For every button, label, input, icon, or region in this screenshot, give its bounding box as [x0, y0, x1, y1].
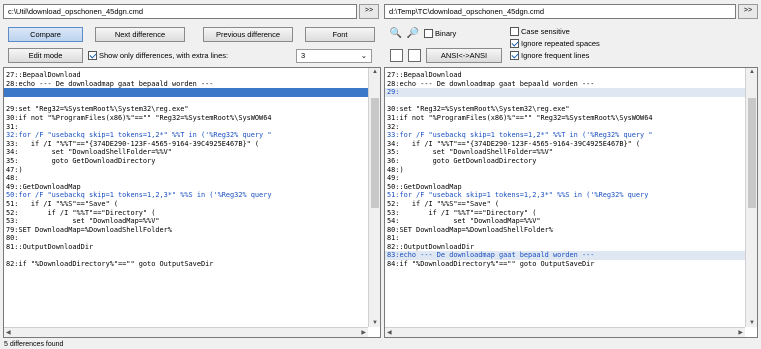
- code-line[interactable]: 36: goto GetDownloadDirectory: [385, 157, 745, 166]
- scroll-left-icon[interactable]: ◀: [6, 329, 11, 336]
- code-line[interactable]: 27::BepaalDownload: [385, 71, 745, 80]
- code-line[interactable]: [4, 251, 368, 260]
- scroll-down-icon[interactable]: ▼: [749, 320, 755, 326]
- ansi-encoding-button[interactable]: ANSI<->ANSI: [426, 48, 502, 63]
- case-sensitive-option[interactable]: Case sensitive: [510, 27, 570, 37]
- scroll-left-icon[interactable]: ◀: [387, 329, 392, 336]
- case-sensitive-checkbox[interactable]: [510, 27, 519, 37]
- code-line[interactable]: 84:if "%DownloadDirectory%"=="" goto Out…: [385, 260, 745, 269]
- code-line[interactable]: 52: if /I "%%T"=="Directory" (: [4, 209, 368, 218]
- ignore-frequent-lines-checkbox[interactable]: [510, 51, 519, 61]
- binary-label: Binary: [435, 29, 457, 39]
- code-line[interactable]: 81::OutputDownloadDir: [4, 243, 368, 252]
- left-lines: 27::BepaalDownload 28:echo --- De downloa…: [4, 71, 368, 269]
- code-line[interactable]: [4, 88, 368, 97]
- code-line[interactable]: 47:): [4, 166, 368, 175]
- code-line[interactable]: 32:for /F "usebackq skip=1 tokens=1,2*" …: [4, 131, 368, 140]
- code-line[interactable]: 53: set "DownloadMap=%%V": [4, 217, 368, 226]
- code-line[interactable]: 49::GetDownloadMap: [4, 183, 368, 192]
- code-line[interactable]: 81:: [385, 234, 745, 243]
- code-line[interactable]: 28:echo --- De downloadmap gaat bepaald …: [385, 80, 745, 89]
- next-difference-button[interactable]: Next difference: [95, 27, 185, 42]
- code-line[interactable]: 28:echo --- De downloadmap gaat bepaald …: [4, 80, 368, 89]
- left-horizontal-scrollbar[interactable]: ◀ ▶: [4, 327, 368, 337]
- code-line[interactable]: 35: goto GetDownloadDirectory: [4, 157, 368, 166]
- code-line[interactable]: 82::OutputDownloadDir: [385, 243, 745, 252]
- left-file-pane[interactable]: 27::BepaalDownload 28:echo --- De downloa…: [3, 67, 381, 338]
- save-icon[interactable]: [408, 49, 421, 62]
- window-icon[interactable]: [390, 49, 403, 62]
- show-only-differences-checkbox[interactable]: [88, 51, 97, 61]
- code-line[interactable]: 27::BepaalDownload: [4, 71, 368, 80]
- compare-button[interactable]: Compare: [8, 27, 83, 42]
- right-path-field[interactable]: d:\Temp\TC\download_opschonen_45dgn.cmd: [384, 4, 736, 19]
- scroll-right-icon[interactable]: ▶: [738, 329, 743, 336]
- show-only-differences-label: Show only differences, with extra lines:: [99, 51, 229, 61]
- left-scroll-thumb[interactable]: [371, 98, 379, 208]
- code-line[interactable]: 82:if "%DownloadDirectory%"=="" goto Out…: [4, 260, 368, 269]
- code-line[interactable]: 53: if /I "%%T"=="Directory" (: [385, 209, 745, 218]
- left-browse-button[interactable]: >>: [359, 4, 379, 19]
- code-line[interactable]: 80:SET DownloadMap=%DownloadShellFolder%: [385, 226, 745, 235]
- code-line[interactable]: 50:for /F "usebackq skip=1 tokens=1,2,3*…: [4, 191, 368, 200]
- edit-mode-button[interactable]: Edit mode: [8, 48, 83, 63]
- extra-lines-value: 3: [301, 51, 306, 60]
- binoculars-next-icon[interactable]: 🔎: [406, 27, 420, 41]
- code-line[interactable]: 51: if /I "%%S"=="Save" (: [4, 200, 368, 209]
- code-line[interactable]: 49:: [385, 174, 745, 183]
- code-line[interactable]: 31:: [4, 123, 368, 132]
- right-vertical-scrollbar[interactable]: ▲ ▼: [745, 68, 757, 327]
- code-line[interactable]: 30:if not "%ProgramFiles(x86)%"=="" "Reg…: [4, 114, 368, 123]
- code-line[interactable]: 50::GetDownloadMap: [385, 183, 745, 192]
- code-line[interactable]: 83:echo --- De downloadmap gaat bepaald …: [385, 251, 745, 261]
- right-horizontal-scrollbar[interactable]: ◀ ▶: [385, 327, 745, 337]
- code-line[interactable]: 29:set "Reg32=%SystemRoot%\System32\reg.…: [4, 105, 368, 114]
- code-line[interactable]: 35: set "DownloadShellFolder=%%V": [385, 148, 745, 157]
- code-line[interactable]: 51:for /F "useback skip=1 tokens=1,2,3*"…: [385, 191, 745, 200]
- code-line[interactable]: 32:: [385, 123, 745, 132]
- right-scroll-thumb[interactable]: [748, 98, 756, 208]
- status-bar: 5 differences found: [0, 340, 761, 349]
- code-line[interactable]: 30:set "Reg32=%SystemRoot%\System32\reg.…: [385, 105, 745, 114]
- code-line[interactable]: [385, 97, 745, 106]
- scroll-down-icon[interactable]: ▼: [372, 320, 378, 326]
- binary-option[interactable]: Binary: [424, 29, 457, 39]
- code-line[interactable]: [4, 97, 368, 106]
- font-button[interactable]: Font: [305, 27, 375, 42]
- ignore-repeated-spaces-option[interactable]: Ignore repeated spaces: [510, 39, 600, 49]
- ignore-repeated-spaces-checkbox[interactable]: [510, 39, 519, 49]
- code-line[interactable]: 80:: [4, 234, 368, 243]
- code-line[interactable]: 33:for /F "usebackq skip=1 tokens=1,2*" …: [385, 131, 745, 140]
- right-lines: 27::BepaalDownload 28:echo --- De downloa…: [385, 71, 745, 269]
- ignore-frequent-lines-option[interactable]: Ignore frequent lines: [510, 51, 590, 61]
- case-sensitive-label: Case sensitive: [521, 27, 570, 37]
- binoculars-icon[interactable]: 🔍: [389, 27, 403, 41]
- left-vertical-scrollbar[interactable]: ▲ ▼: [368, 68, 380, 327]
- code-line[interactable]: 33: if /I "%%T"=="{374DE290-123F-4565-91…: [4, 140, 368, 149]
- code-line[interactable]: 29:: [385, 88, 745, 97]
- code-line[interactable]: 79:SET DownloadMap=%DownloadShellFolder%: [4, 226, 368, 235]
- previous-difference-button[interactable]: Previous difference: [203, 27, 293, 42]
- code-line[interactable]: 54: set "DownloadMap=%%V": [385, 217, 745, 226]
- code-line[interactable]: 48:): [385, 166, 745, 175]
- extra-lines-select[interactable]: 3 ⌄: [296, 49, 372, 63]
- show-only-differences-option[interactable]: Show only differences, with extra lines:: [88, 51, 229, 61]
- ignore-frequent-lines-label: Ignore frequent lines: [521, 51, 590, 61]
- scroll-up-icon[interactable]: ▲: [749, 69, 755, 75]
- code-line[interactable]: 34: if /I "%%T"=="{374DE290-123F-4565-91…: [385, 140, 745, 149]
- scroll-right-icon[interactable]: ▶: [361, 329, 366, 336]
- scroll-up-icon[interactable]: ▲: [372, 69, 378, 75]
- code-line[interactable]: 48:: [4, 174, 368, 183]
- code-line[interactable]: 34: set "DownloadShellFolder=%%V": [4, 148, 368, 157]
- code-line[interactable]: 31:if not "%ProgramFiles(x86)%"=="" "Reg…: [385, 114, 745, 123]
- ignore-repeated-spaces-label: Ignore repeated spaces: [521, 39, 600, 49]
- code-line[interactable]: 52: if /I "%%S"=="Save" (: [385, 200, 745, 209]
- right-file-pane[interactable]: 27::BepaalDownload 28:echo --- De downloa…: [384, 67, 758, 338]
- chevron-down-icon: ⌄: [360, 51, 367, 60]
- right-browse-button[interactable]: >>: [738, 4, 758, 19]
- left-path-field[interactable]: c:\Util\download_opschonen_45dgn.cmd: [3, 4, 357, 19]
- binary-checkbox[interactable]: [424, 29, 433, 39]
